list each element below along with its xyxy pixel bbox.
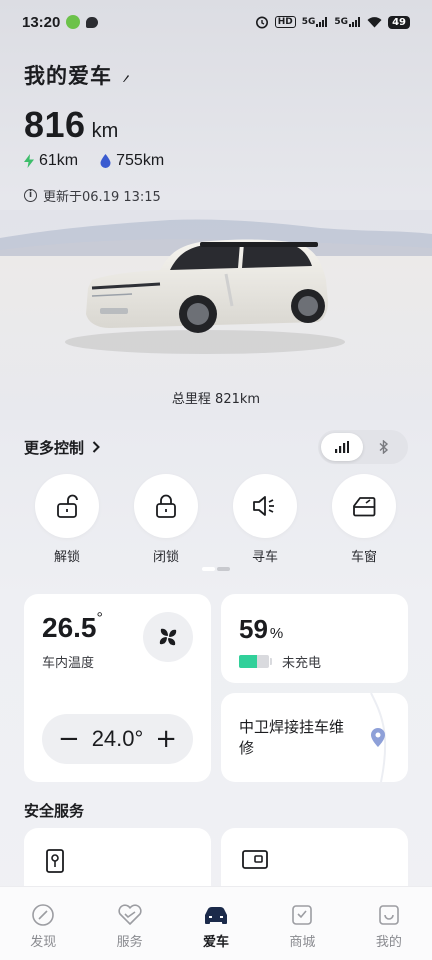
network-2-indicator: 5G xyxy=(334,17,361,27)
cabin-temperature-label: 车内温度 xyxy=(42,656,95,671)
connection-toggle[interactable] xyxy=(318,430,408,464)
temperature-stepper: − 24.0° + xyxy=(42,714,193,764)
climate-card[interactable]: 26.5° 车内温度 − 24.0° + xyxy=(24,594,211,782)
range-value: 816 xyxy=(24,104,86,145)
tab-profile[interactable]: 我的 xyxy=(346,887,432,960)
heart-service-icon xyxy=(118,904,142,925)
tab-shop[interactable]: 商城 xyxy=(259,887,345,960)
battery-percent: 59% xyxy=(239,614,284,644)
fuel-drop-icon xyxy=(100,154,111,168)
range-breakdown: 61km 755km xyxy=(24,152,164,170)
chevron-right-icon xyxy=(92,441,100,453)
lightning-icon xyxy=(24,154,34,168)
fuel-range: 755km xyxy=(100,152,164,170)
battery-indicator: 49 xyxy=(388,15,410,29)
network-1-indicator: 5G xyxy=(302,17,329,27)
fan-icon xyxy=(159,628,177,646)
app-notification-icon xyxy=(66,15,81,29)
wifi-icon xyxy=(367,16,382,27)
tab-discover[interactable]: 发现 xyxy=(0,887,86,960)
shop-icon xyxy=(292,905,313,925)
bottom-tab-bar: 发现 服务 爱车 商城 我的 xyxy=(0,886,432,960)
unlock-button[interactable]: 解锁 xyxy=(34,474,100,565)
location-card[interactable]: 中卫焊接挂车维修 xyxy=(221,693,408,782)
page-title: 我的爱车 xyxy=(24,60,130,90)
location-pin-icon xyxy=(371,728,385,747)
horn-icon xyxy=(253,496,274,516)
compass-icon xyxy=(32,904,55,926)
key-card-icon xyxy=(46,849,64,873)
lock-button[interactable]: 闭锁 xyxy=(133,474,199,565)
status-time: 13:20 xyxy=(22,13,61,31)
lock-icon xyxy=(156,494,176,518)
safety-section-title: 安全服务 xyxy=(24,802,85,820)
pager-indicator xyxy=(202,567,230,571)
battery-card[interactable]: 59% 未充电 xyxy=(221,594,408,683)
set-temperature: 24.0° xyxy=(91,726,144,751)
range-unit: km xyxy=(91,120,119,142)
battery-icon xyxy=(239,655,272,668)
charging-status: 未充电 xyxy=(282,656,322,671)
cellular-mode-button[interactable] xyxy=(321,433,363,461)
edit-icon[interactable] xyxy=(122,73,130,83)
electric-range: 61km xyxy=(24,152,78,170)
profile-icon xyxy=(379,905,399,925)
find-car-button[interactable]: 寻车 xyxy=(232,474,298,565)
bluetooth-mode-button[interactable] xyxy=(363,433,405,461)
cabin-temperature: 26.5° xyxy=(42,610,103,643)
unlock-icon xyxy=(57,494,78,518)
tab-my-car[interactable]: 爱车 xyxy=(173,887,259,960)
hd-indicator: HD xyxy=(274,16,296,28)
total-range: 816 km xyxy=(24,104,118,146)
car-location: 中卫焊接挂车维修 xyxy=(239,718,345,757)
more-controls-row: 更多控制 xyxy=(24,430,408,464)
window-button[interactable]: 车窗 xyxy=(331,474,397,565)
quick-controls: 解锁 闭锁 寻车 车窗 xyxy=(0,474,432,565)
update-time: i 更新于06.19 13:15 xyxy=(24,186,161,205)
increase-temp-button[interactable]: + xyxy=(155,726,177,752)
odometer: 总里程 821km xyxy=(171,392,261,407)
car-icon xyxy=(205,907,228,924)
status-bar: 13:20 HD 5G 5G 49 xyxy=(0,0,432,44)
decrease-temp-button[interactable]: − xyxy=(58,726,80,752)
message-icon xyxy=(86,16,99,28)
bluetooth-icon xyxy=(379,440,389,454)
fan-button[interactable] xyxy=(143,612,193,662)
signal-icon xyxy=(335,441,349,453)
dashcam-icon xyxy=(242,850,268,869)
info-icon[interactable]: i xyxy=(24,189,37,202)
tab-service[interactable]: 服务 xyxy=(86,887,172,960)
window-icon xyxy=(353,497,376,517)
more-controls-link[interactable]: 更多控制 xyxy=(24,437,100,458)
alarm-icon xyxy=(255,16,268,29)
